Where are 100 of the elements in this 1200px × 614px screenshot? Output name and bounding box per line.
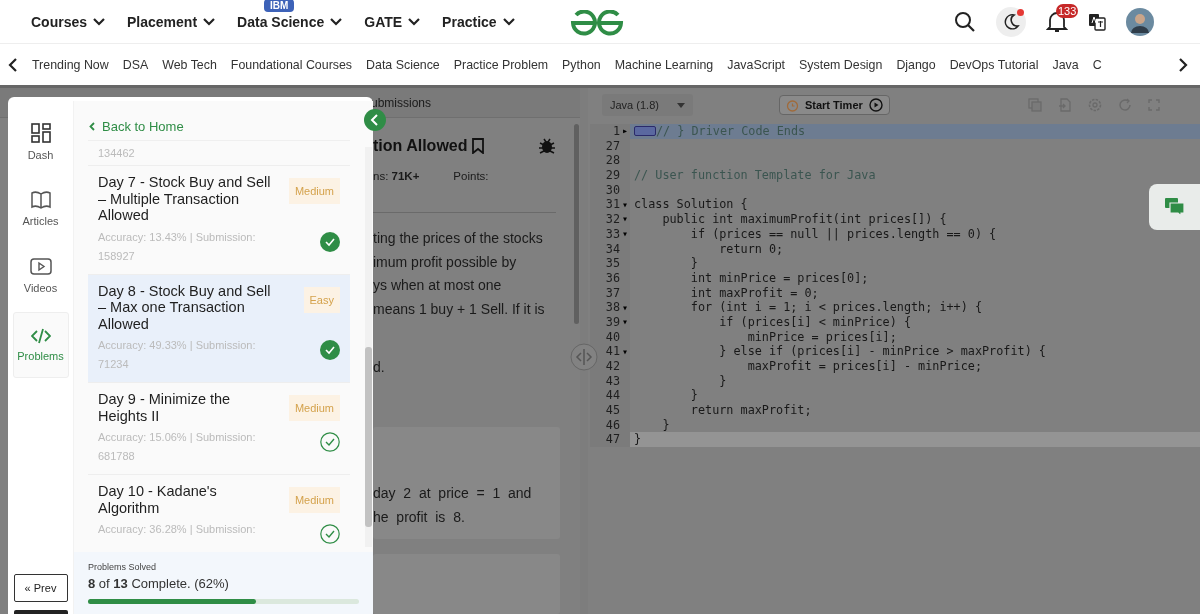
category-link[interactable]: C [1092,57,1102,72]
difficulty-tag: Medium [288,395,340,421]
category-link[interactable]: Foundational Courses [230,57,353,72]
sidebar-item[interactable]: Dash [12,111,69,173]
category-link[interactable]: System Design [799,57,883,72]
code-line: } [661,417,670,433]
nav-menu[interactable]: GATE [364,13,421,30]
sidebar-item[interactable]: Articles [12,178,69,240]
line-number: 39 [605,314,620,330]
line-number: 29 [605,168,620,183]
chat-icon [1165,198,1185,216]
category-link[interactable]: Data Science [366,57,440,72]
fold-toggle[interactable]: ▾ [622,346,628,357]
example-box: day 2 at price = 1 and he profit is 8. [373,427,560,539]
code-line: } [689,388,698,404]
code-line: return 0; [718,241,784,257]
category-link[interactable]: Web Tech [162,57,217,72]
dashboard-icon [30,123,51,143]
line-number: 42 [605,359,620,374]
line-number: 31 [605,197,620,213]
code-icon [30,328,51,344]
nav-menu[interactable]: Placement [127,13,216,30]
nav-menu[interactable]: Courses [31,13,106,30]
problem-description: ting the prices of the stocks imum profit possible by ys when at most one means 1 buy + 1 Sell. If it is [373,229,546,319]
category-link[interactable]: JavaScript [727,57,786,72]
line-number: 38 [605,300,620,315]
line-number: 1 [612,124,620,139]
scroll-left-icon[interactable] [8,57,18,72]
code-line: int minPrice = prices[0]; [689,270,869,286]
scrollbar-thumb[interactable] [365,347,372,527]
scrollbar-thumb[interactable] [574,124,579,324]
difficulty-tag: Medium [288,487,340,513]
chevron-left-icon [89,121,95,131]
prev-button[interactable]: « Prev [13,574,68,602]
problem-card[interactable]: Day 7 - Stock Buy and Sell – Multiple Transaction Allowed Medium Accuracy: 13.43% | Submission: 158927 [88,166,350,275]
back-link[interactable]: Back to Home [74,101,184,137]
code-line: // User function Template for Java [634,168,876,183]
search-icon[interactable] [954,10,976,33]
category-link[interactable]: Java [1052,57,1079,72]
problem-name: Day 9 - Minimize the Heights II [98,391,232,424]
translate-icon[interactable] [1088,12,1106,31]
bug-icon[interactable] [538,137,556,155]
fold-placeholder[interactable] [634,126,656,137]
caret-icon [676,102,685,108]
collapse-button[interactable] [364,109,386,131]
code-line: } else if (prices[i] - minPrice > maxProfit) { [718,344,1046,359]
line-number: 30 [605,182,620,198]
problem-card[interactable]: Day 9 - Minimize the Heights II Medium Accuracy: 15.06% | Submission: 681788 [88,383,350,475]
description-text: d. [373,359,386,375]
line-number: 34 [605,241,620,257]
nav-menu[interactable]: Practice [442,13,515,30]
chevron-down-icon [408,17,421,26]
bookmark-icon[interactable] [471,138,484,154]
category-link[interactable]: Machine Learning [614,57,714,72]
category-link[interactable]: Trending Now [32,57,109,72]
problem-title: tion Allowed [373,137,468,155]
line-number: 40 [605,329,620,345]
fold-toggle[interactable]: ▾ [622,317,628,328]
fold-toggle[interactable]: ▾ [622,229,628,240]
category-link[interactable]: DevOps Tutorial [949,57,1039,72]
problem-card[interactable]: Day 8 - Stock Buy and Sell – Max one Transaction Allowed Easy Accuracy: 49.33% | Submission: 71234 [88,274,350,383]
submissions-tab[interactable]: ubmissions [371,95,432,110]
start-timer-button[interactable]: Start Timer [778,95,890,115]
problem-name: Day 8 - Stock Buy and Sell – Max one Transaction Allowed [98,282,272,332]
fold-toggle[interactable]: ▾ [622,214,628,225]
fold-toggle[interactable]: ▾ [622,199,628,210]
code-line: if (prices[i] < minPrice) { [718,314,911,330]
problem-stats: 134462 [98,145,136,161]
problem-name: Day 7 - Stock Buy and Sell – Multiple Transaction Allowed [98,174,272,224]
sidebar-item[interactable]: Problems [12,312,69,378]
line-number: 45 [605,403,620,418]
category-link[interactable]: Practice Problem [453,57,549,72]
chevron-down-icon [330,17,343,26]
code-line: class Solution { [634,197,748,213]
problem-stats: Accuracy: 49.33% | Submission: 71234 [98,338,257,372]
code-line: int maxProfit = 0; [689,285,819,301]
fold-toggle[interactable]: ▸ [622,126,628,137]
sidebar-item[interactable]: Videos [12,245,69,307]
category-link[interactable]: DSA [122,57,149,72]
resize-handle[interactable] [570,343,598,371]
nav-menu[interactable]: Data Science [237,13,343,30]
theme-toggle[interactable] [996,6,1026,37]
nav-badge: IBM [264,0,295,12]
category-link[interactable]: Python [562,57,601,72]
user-avatar[interactable] [1126,7,1154,36]
category-link[interactable]: Django [896,57,936,72]
line-number: 47 [605,432,620,448]
moon-icon [1002,12,1020,31]
code-line: if (prices == null || prices.length == 0) { [689,226,997,242]
line-number: 43 [605,373,620,389]
problem-name: Day 10 - Kadane's Algorithm [98,483,218,516]
book-icon [30,191,51,209]
scroll-right-icon[interactable] [1178,57,1188,72]
code-line: // } Driver Code Ends [656,124,806,139]
chat-button[interactable] [1149,184,1200,230]
code-line: minPrice = prices[i]; [746,329,897,345]
language-dropdown[interactable]: Java (1.8) [602,94,693,116]
code-line: for (int i = 1; i < prices.length; i++) { [689,300,982,315]
fold-toggle[interactable]: ▾ [622,302,628,313]
line-number: 28 [605,153,620,169]
